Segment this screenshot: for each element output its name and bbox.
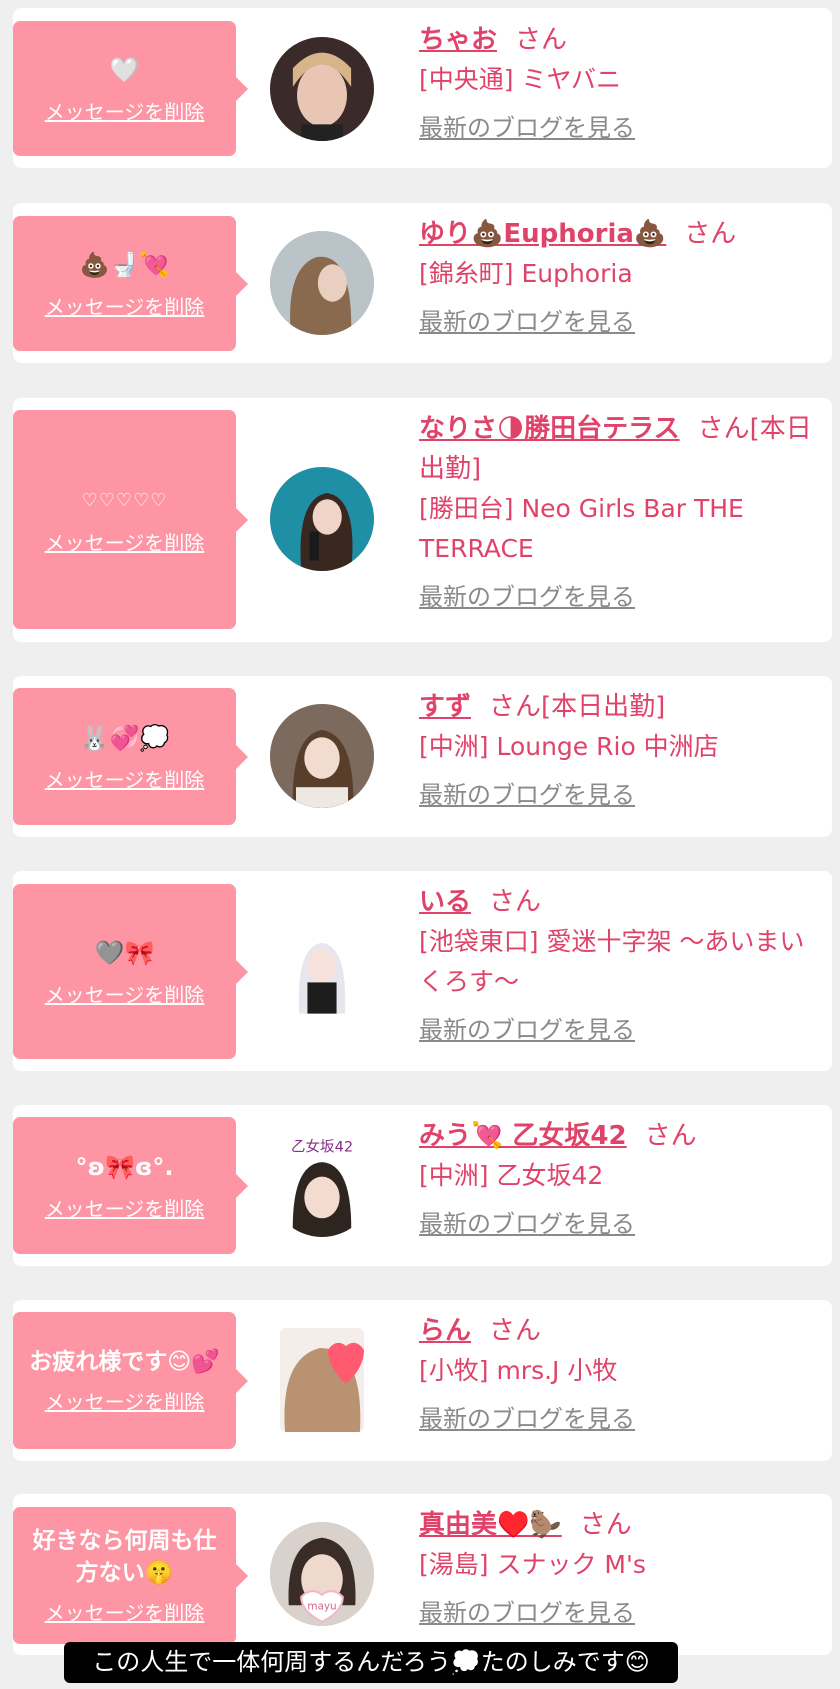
honorific: さん: [697, 414, 750, 444]
video-caption: この人生で一体何周するんだろう💭たのしみです😊: [64, 1642, 678, 1683]
delete-message-link[interactable]: メッセージを削除: [45, 979, 205, 1008]
delete-message-link[interactable]: メッセージを削除: [45, 96, 205, 125]
avatar[interactable]: 乙女坂42: [270, 1133, 374, 1237]
honorific: さん: [489, 692, 542, 722]
honorific: さん: [489, 1316, 542, 1346]
message-bubble: 💩🚽💘 メッセージを削除: [13, 216, 248, 351]
latest-blog-link[interactable]: 最新のブログを見る: [419, 1593, 635, 1633]
avatar[interactable]: [270, 704, 374, 808]
delete-message-link[interactable]: メッセージを削除: [45, 527, 205, 556]
shop-name: [勝田台] Neo Girls Bar THE TERRACE: [419, 494, 744, 563]
message-bubble: 🐰💞💭 メッセージを削除: [13, 688, 248, 825]
delete-message-link[interactable]: メッセージを削除: [45, 1597, 205, 1626]
cast-name-link[interactable]: 真由美♥️🦫: [419, 1510, 562, 1540]
cast-info: なりさ🌗勝田台テラス さん[本日出勤] [勝田台] Neo Girls Bar T…: [419, 409, 822, 617]
avatar-text: 乙女坂42: [291, 1138, 353, 1156]
shop-name: [湯島] スナック M's: [419, 1550, 646, 1579]
cast-info: いる さん [池袋東口] 愛迷十字架 〜あいまいくろす〜 最新のブログを見る: [419, 882, 822, 1050]
honorific: さん: [579, 1510, 632, 1540]
delete-message-link[interactable]: メッセージを削除: [45, 291, 205, 320]
message-bubble: 🤍 メッセージを削除: [13, 21, 248, 156]
latest-blog-link[interactable]: 最新のブログを見る: [419, 1010, 635, 1050]
delete-message-link[interactable]: メッセージを削除: [45, 1193, 205, 1222]
shop-name: [中洲] Lounge Rio 中洲店: [419, 732, 719, 761]
message-bubble: 好きなら何周も仕方ない🤫 メッセージを削除: [13, 1507, 248, 1644]
cast-info: みう💘 乙女坂42 さん [中洲] 乙女坂42 最新のブログを見る: [419, 1116, 822, 1244]
honorific: さん: [515, 25, 568, 55]
message-text: 💩🚽💘: [79, 251, 170, 279]
message-text: 好きなら何周も仕方ない🤫: [32, 1528, 217, 1586]
honorific: さん: [684, 219, 737, 249]
honorific: さん: [489, 887, 542, 917]
cast-name-link[interactable]: いる: [419, 887, 471, 917]
message-text: お疲れ様です😊💕: [29, 1349, 220, 1375]
shop-name: [中央通] ミヤバニ: [419, 65, 621, 94]
cast-info: 真由美♥️🦫 さん [湯島] スナック M's 最新のブログを見る: [419, 1505, 822, 1633]
message-text: ♡♡♡♡♡: [81, 490, 168, 511]
message-bubble: ♡♡♡♡♡ メッセージを削除: [13, 410, 248, 629]
cast-info: ちゃお さん [中央通] ミヤバニ 最新のブログを見る: [419, 20, 822, 148]
cast-name-link[interactable]: ちゃお: [419, 25, 497, 55]
cast-info: すず さん[本日出勤] [中洲] Lounge Rio 中洲店 最新のブログを見る: [419, 687, 822, 815]
message-text: 🐰💞💭: [79, 724, 170, 752]
shop-name: [小牧] mrs.J 小牧: [419, 1356, 618, 1385]
message-bubble: °ʚ🎀ɞ°. メッセージを削除: [13, 1117, 248, 1254]
latest-blog-link[interactable]: 最新のブログを見る: [419, 1399, 635, 1439]
honorific: さん: [644, 1121, 697, 1151]
cast-info: らん さん [小牧] mrs.J 小牧 最新のブログを見る: [419, 1311, 822, 1439]
delete-message-link[interactable]: メッセージを削除: [45, 1386, 205, 1415]
cast-info: ゆり💩Euphoria💩 さん [錦糸町] Euphoria 最新のブログを見る: [419, 214, 822, 342]
avatar[interactable]: mayu: [270, 1522, 374, 1626]
message-text: 🩶🎀: [94, 939, 155, 967]
latest-blog-link[interactable]: 最新のブログを見る: [419, 1204, 635, 1244]
latest-blog-link[interactable]: 最新のブログを見る: [419, 775, 635, 815]
status-badge: [本日出勤]: [541, 692, 666, 722]
message-bubble: お疲れ様です😊💕 メッセージを削除: [13, 1312, 248, 1449]
message-text: 🤍: [109, 56, 140, 84]
cast-name-link[interactable]: らん: [419, 1316, 471, 1346]
avatar[interactable]: [270, 37, 374, 141]
avatar[interactable]: [270, 920, 374, 1024]
avatar[interactable]: [270, 467, 374, 571]
message-text: °ʚ🎀ɞ°.: [75, 1153, 174, 1181]
avatar[interactable]: [280, 1328, 364, 1432]
cast-name-link[interactable]: ゆり💩Euphoria💩: [419, 219, 666, 249]
delete-message-link[interactable]: メッセージを削除: [45, 764, 205, 793]
cast-name-link[interactable]: すず: [419, 692, 471, 722]
cast-name-link[interactable]: みう💘 乙女坂42: [419, 1121, 627, 1151]
shop-name: [錦糸町] Euphoria: [419, 259, 633, 288]
message-bubble: 🩶🎀 メッセージを削除: [13, 884, 248, 1059]
avatar[interactable]: [270, 231, 374, 335]
latest-blog-link[interactable]: 最新のブログを見る: [419, 577, 635, 617]
shop-name: [池袋東口] 愛迷十字架 〜あいまいくろす〜: [419, 927, 805, 996]
latest-blog-link[interactable]: 最新のブログを見る: [419, 108, 635, 148]
avatar-text: mayu: [307, 1600, 336, 1612]
latest-blog-link[interactable]: 最新のブログを見る: [419, 302, 635, 342]
cast-name-link[interactable]: なりさ🌗勝田台テラス: [419, 414, 680, 444]
shop-name: [中洲] 乙女坂42: [419, 1161, 604, 1190]
